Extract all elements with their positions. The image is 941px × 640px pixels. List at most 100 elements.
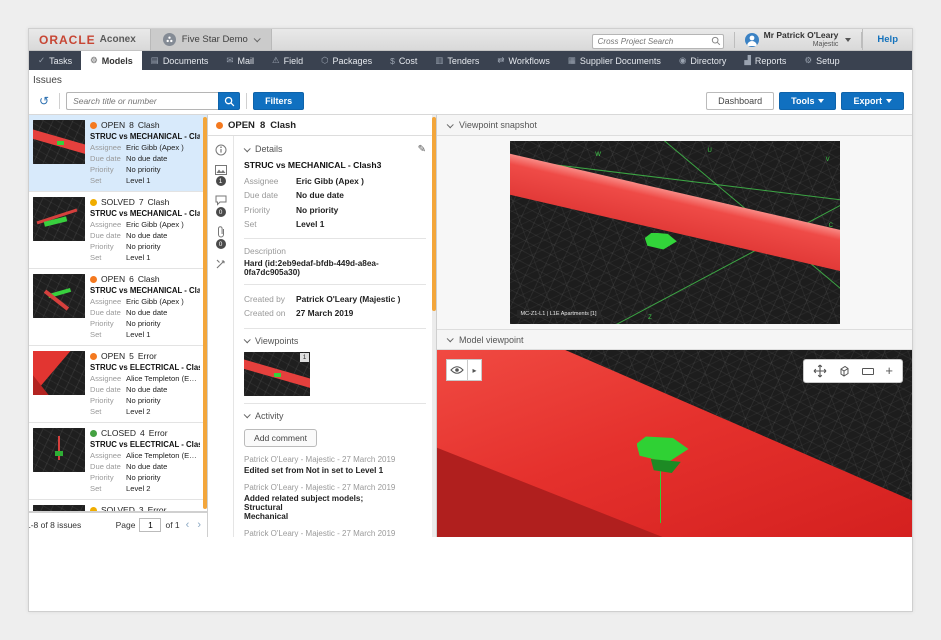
viewpoints-image-icon[interactable]: 1 [215, 165, 227, 186]
expand-arrow-icon[interactable]: ▸ [468, 359, 482, 381]
cross-project-search-input[interactable] [592, 34, 724, 49]
project-selector[interactable]: Five Star Demo [150, 29, 272, 50]
details-section-toggle[interactable]: Details [244, 144, 426, 154]
issue-title: STRUC vs MECHANICAL - Clash2 [90, 209, 200, 218]
issues-toolbar: ↺ Filters Dashboard Tools Export [29, 88, 912, 114]
comments-icon[interactable]: 0 [215, 195, 227, 217]
prev-page-icon[interactable]: ‹ [184, 519, 192, 531]
field-value: No priority [296, 203, 338, 217]
visibility-eye-icon[interactable] [446, 359, 468, 381]
viewpoints-section-toggle[interactable]: Viewpoints [244, 336, 426, 346]
tab-mail[interactable]: ✉ Mail [217, 51, 263, 70]
info-icon[interactable] [215, 144, 227, 156]
issue-list-item-6[interactable]: OPEN6Clash STRUC vs MECHANICAL - Clash1 … [29, 269, 207, 346]
user-menu[interactable]: Mr Patrick O'Leary Majestic [735, 31, 862, 48]
field-value: No priority [126, 241, 161, 252]
issue-list-item-5[interactable]: OPEN5Error STRUC vs ELECTRICAL - Clash4 … [29, 346, 207, 423]
model-viewport[interactable]: ▸ + [437, 350, 912, 537]
issue-list-item-3[interactable]: SOLVED3Error STRUC vs ELECTRICAL - Clash… [29, 500, 207, 511]
issue-search-button[interactable] [218, 92, 240, 110]
model-viewpoint-header[interactable]: Model viewpoint [437, 329, 912, 350]
zoom-window-icon[interactable] [862, 368, 874, 375]
related-models-icon[interactable] [215, 258, 227, 270]
export-button[interactable]: Export [841, 92, 904, 110]
tab-cost[interactable]: $Cost [381, 51, 426, 70]
viewpoints-count-badge: 1 [216, 176, 226, 186]
detail-content: ✎ Details STRUC vs MECHANICAL - Clash3 A… [234, 136, 436, 537]
model-viewpoint-label: Model viewpoint [459, 335, 524, 345]
activity-section-toggle[interactable]: Activity [244, 411, 426, 421]
tab-field[interactable]: ⚠ Field [263, 51, 312, 70]
detail-number: 8 [260, 120, 265, 131]
field-label: Priority [90, 395, 126, 406]
clash-red-beam [510, 150, 840, 283]
detail-status: OPEN [228, 120, 255, 131]
cross-project-search [592, 31, 724, 49]
pan-icon[interactable] [813, 364, 827, 378]
description-label: Description [244, 246, 426, 256]
tab-models[interactable]: ⚙ Models [81, 51, 142, 70]
chevron-down-icon [886, 99, 892, 103]
add-comment-button[interactable]: Add comment [244, 429, 317, 447]
tab-tasks[interactable]: ✓Tasks [29, 51, 81, 70]
supplier-documents-icon: ▦ [568, 55, 576, 66]
viewpoint-snapshot-header[interactable]: Viewpoint snapshot [437, 115, 912, 136]
filters-button[interactable]: Filters [253, 92, 304, 110]
chevron-down-icon [818, 99, 824, 103]
activity-meta: Patrick O'Leary - Majestic - 27 March 20… [244, 529, 426, 537]
detail-scrollbar[interactable] [432, 115, 436, 537]
issue-search [66, 92, 240, 110]
edit-pencil-icon[interactable]: ✎ [418, 144, 426, 155]
tab-directory[interactable]: ◉Directory [670, 51, 735, 70]
issue-status: SOLVED [101, 197, 135, 207]
tab-label: Mail [237, 56, 254, 66]
field-label: Priority [90, 318, 126, 329]
tab-documents[interactable]: ▤Documents [142, 51, 218, 70]
detail-type: Clash [270, 120, 296, 131]
page-label: Page [116, 520, 136, 530]
issue-list-item-7[interactable]: SOLVED7Clash STRUC vs MECHANICAL - Clash… [29, 192, 207, 269]
tab-tenders[interactable]: ▥Tenders [426, 51, 488, 70]
tab-workflows[interactable]: ⇄Workflows [488, 51, 558, 70]
issue-list-scrollbar[interactable] [203, 117, 207, 509]
next-page-icon[interactable]: › [195, 519, 203, 531]
tab-label: Models [102, 56, 133, 66]
page-input[interactable] [139, 518, 161, 532]
field-label: Assignee [90, 219, 126, 230]
status-dot [216, 122, 223, 129]
help-link[interactable]: Help [862, 29, 912, 50]
viewpoint-thumbnail[interactable]: 1 [244, 352, 310, 396]
refresh-icon[interactable]: ↺ [39, 94, 49, 108]
oracle-logo: ORACLE [39, 33, 96, 47]
zoom-in-icon[interactable]: + [885, 366, 893, 376]
toolbar-right: Dashboard Tools Export [706, 92, 906, 110]
tab-setup[interactable]: ⚙Setup [795, 51, 848, 70]
viewer-panel: Viewpoint snapshot W U Z C V MC-Z1-L1 | … [437, 115, 912, 537]
divider [244, 403, 426, 404]
dashboard-button[interactable]: Dashboard [706, 92, 774, 110]
attachments-paperclip-icon[interactable]: 0 [216, 226, 226, 249]
mail-icon: ✉ [226, 55, 233, 66]
axis-label: W [595, 152, 601, 158]
page-of-label: of 1 [165, 520, 179, 530]
tab-label: Field [284, 56, 304, 66]
issue-list-item-4[interactable]: CLOSED4Error STRUC vs ELECTRICAL - Clash… [29, 423, 207, 500]
status-dot [90, 199, 97, 206]
models-gear-icon: ⚙ [90, 55, 98, 66]
tab-label: Tasks [49, 56, 72, 66]
section-cube-icon[interactable] [838, 365, 851, 378]
tools-button[interactable]: Tools [779, 92, 836, 110]
tab-reports[interactable]: ▟Reports [735, 51, 795, 70]
issue-type: Clash [138, 274, 160, 284]
issue-search-input[interactable] [66, 92, 218, 110]
field-warning-icon: ⚠ [272, 55, 280, 66]
field-label: Assignee [244, 174, 296, 188]
issue-list-item-8[interactable]: OPEN8Clash STRUC vs MECHANICAL - Clash3 … [29, 115, 207, 192]
field-label: Assignee [90, 296, 126, 307]
field-label: Due date [244, 188, 296, 202]
tab-supplier-documents[interactable]: ▦Supplier Documents [559, 51, 670, 70]
tab-packages[interactable]: ⬡Packages [312, 51, 381, 70]
tab-label: Workflows [509, 56, 550, 66]
reports-icon: ▟ [744, 55, 751, 66]
divider [244, 328, 426, 329]
